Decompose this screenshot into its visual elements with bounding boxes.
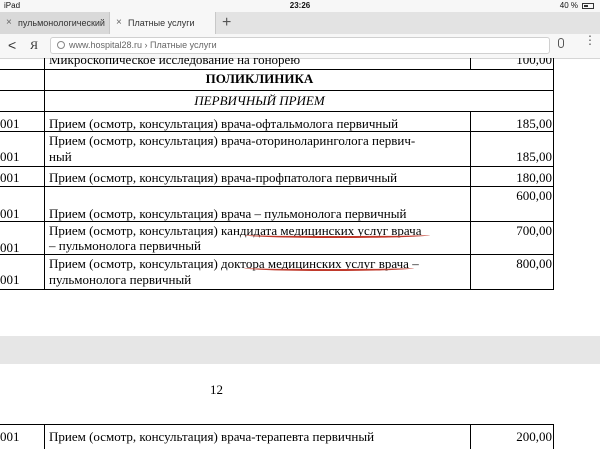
battery-percent: 40 % bbox=[559, 1, 578, 10]
globe-icon bbox=[57, 41, 65, 49]
status-bar: iPad 23:26 40 % bbox=[0, 0, 600, 12]
yandex-logo[interactable]: Я bbox=[30, 38, 38, 53]
table-cell-desc: Прием (осмотр, консультация) врача – пул… bbox=[49, 206, 407, 221]
table-cell-price: 180,00 bbox=[516, 170, 552, 185]
tab-paid-services[interactable]: × Платные услуги bbox=[110, 12, 216, 34]
table-cell-price: 700,00 bbox=[516, 223, 552, 238]
row-line bbox=[0, 131, 554, 132]
red-underline bbox=[244, 232, 430, 238]
url-text: www.hospital28.ru › Платные услуги bbox=[69, 40, 217, 50]
table-border bbox=[553, 58, 554, 290]
table-cell-desc: ный bbox=[49, 149, 72, 164]
page-separator bbox=[0, 336, 600, 364]
status-time: 23:26 bbox=[289, 1, 311, 10]
table-cell-code: 001 bbox=[0, 429, 20, 444]
table-cell-desc: Прием (осмотр, консультация) врача-профп… bbox=[49, 170, 398, 185]
address-bar: < Я www.hospital28.ru › Платные услуги ⋮ bbox=[0, 34, 600, 59]
page-number: 12 bbox=[210, 382, 223, 397]
table-border bbox=[44, 58, 45, 290]
table-cell-code: 001 bbox=[0, 206, 20, 221]
close-tab-icon[interactable]: × bbox=[6, 12, 12, 34]
back-button[interactable]: < bbox=[8, 37, 16, 53]
new-tab-button[interactable]: + bbox=[222, 12, 231, 34]
tab-bar: × пульмонологический × Платные услуги + bbox=[0, 12, 600, 35]
table-cell-code: 001 bbox=[0, 170, 20, 185]
table-border bbox=[44, 424, 45, 449]
table-cell-code: 001 bbox=[0, 149, 20, 164]
row-line bbox=[0, 166, 554, 167]
row-line bbox=[0, 111, 554, 112]
battery-icon bbox=[582, 3, 594, 9]
table-cell-price: 800,00 bbox=[516, 256, 552, 271]
subsection-title: ПЕРВИЧНЫЙ ПРИЕМ bbox=[194, 93, 325, 108]
table-cell-desc: Прием (осмотр, консультация) врача-отори… bbox=[49, 133, 416, 148]
tab-label: пульмонологический bbox=[18, 18, 105, 28]
row-line bbox=[0, 186, 554, 187]
table-cell-desc: Микроскопическое исследование на гонорею bbox=[49, 58, 301, 67]
microphone-icon[interactable] bbox=[558, 38, 564, 48]
close-tab-icon[interactable]: × bbox=[116, 12, 122, 34]
row-line bbox=[0, 289, 554, 290]
table-cell-code: 001 bbox=[0, 116, 20, 131]
url-field[interactable]: www.hospital28.ru › Платные услуги bbox=[50, 37, 550, 54]
table-cell-desc: Прием (осмотр, консультация) врача-терап… bbox=[49, 429, 375, 444]
table-cell-desc: – пульмонолога первичный bbox=[49, 238, 201, 253]
section-title: ПОЛИКЛИНИКА bbox=[205, 71, 314, 86]
tab-pulmonology[interactable]: × пульмонологический bbox=[0, 12, 110, 34]
table-cell-price: 200,00 bbox=[516, 429, 552, 444]
table-cell-price: 600,00 bbox=[516, 188, 552, 203]
table-cell-price: 100,00 bbox=[516, 58, 552, 67]
row-line bbox=[0, 90, 554, 91]
red-underline bbox=[244, 265, 414, 271]
table-cell-desc: Прием (осмотр, консультация) врача-офтал… bbox=[49, 116, 399, 131]
table-cell-price: 185,00 bbox=[516, 116, 552, 131]
row-line bbox=[0, 221, 554, 222]
row-line bbox=[0, 69, 554, 70]
tab-label: Платные услуги bbox=[128, 18, 195, 28]
table-border bbox=[553, 424, 554, 449]
row-line bbox=[0, 254, 554, 255]
document-view[interactable]: Микроскопическое исследование на гонорею… bbox=[0, 58, 600, 449]
menu-icon[interactable]: ⋮ bbox=[584, 34, 596, 46]
table-cell-code: 001 bbox=[0, 272, 20, 287]
table-cell-price: 185,00 bbox=[516, 149, 552, 164]
table-cell-desc: пульмонолога первичный bbox=[49, 272, 192, 287]
